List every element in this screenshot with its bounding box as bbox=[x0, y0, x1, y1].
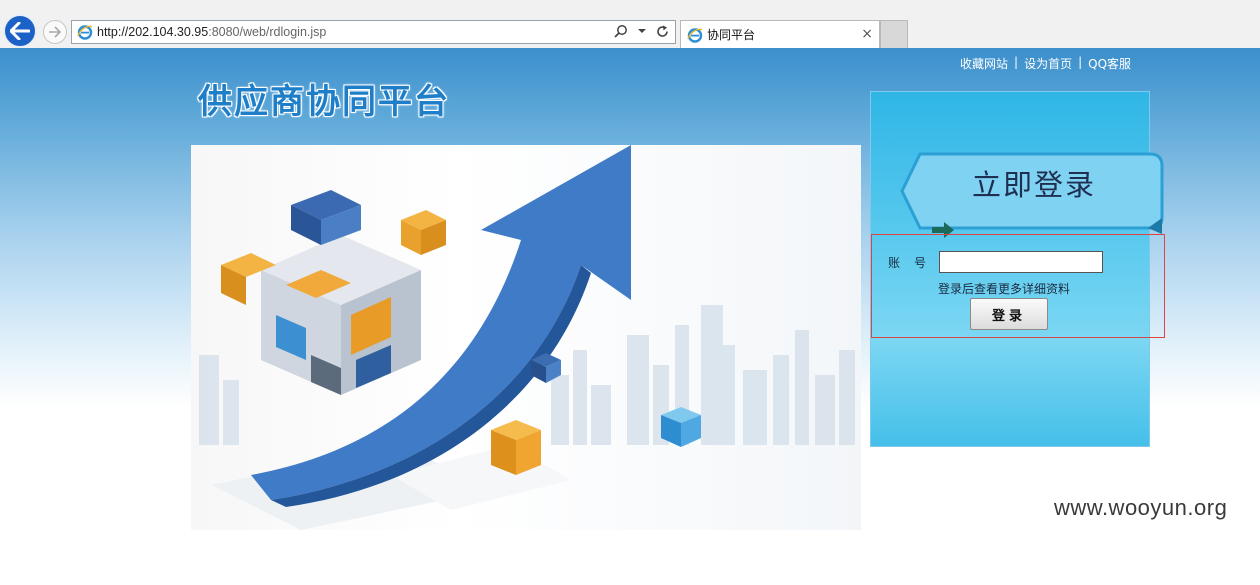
address-bar[interactable]: http://202.104.30.95:8080/web/rdlogin.js… bbox=[71, 20, 676, 44]
link-set-homepage[interactable]: 设为首页 bbox=[1024, 55, 1072, 72]
site-logo: 供应商协同平台 bbox=[198, 82, 450, 122]
url-path: :8080/web/rdlogin.jsp bbox=[208, 25, 327, 39]
banner-graphic bbox=[199, 145, 855, 530]
ie-icon bbox=[77, 25, 93, 40]
login-hint: 登录后查看更多详细资料 bbox=[938, 282, 1071, 296]
arrow-right-icon bbox=[49, 26, 62, 38]
back-button[interactable] bbox=[3, 14, 37, 48]
forward-button[interactable] bbox=[43, 20, 67, 44]
search-icon[interactable] bbox=[614, 24, 628, 38]
url-host: http://202.104.30.95 bbox=[97, 25, 209, 39]
link-bookmark-site[interactable]: 收藏网站 bbox=[960, 55, 1008, 72]
account-input[interactable] bbox=[939, 251, 1103, 273]
address-tools bbox=[614, 24, 669, 38]
login-header-title: 立即登录 bbox=[972, 168, 1097, 202]
tab-title: 协同平台 bbox=[707, 28, 756, 42]
address-url: http://202.104.30.95:8080/web/rdlogin.js… bbox=[97, 25, 326, 39]
browser-chrome: http://202.104.30.95:8080/web/rdlogin.js… bbox=[0, 0, 1260, 48]
account-label: 账号 bbox=[888, 256, 941, 270]
link-qq-support[interactable]: QQ客服 bbox=[1088, 55, 1131, 72]
ie-icon bbox=[687, 27, 703, 43]
banner-illustration bbox=[191, 145, 861, 530]
watermark: www.wooyun.org bbox=[1054, 495, 1228, 520]
new-tab-button[interactable] bbox=[880, 20, 908, 48]
refresh-icon[interactable] bbox=[656, 25, 669, 38]
cube-illustration bbox=[221, 190, 446, 395]
link-separator: | bbox=[1078, 55, 1083, 69]
link-separator: | bbox=[1014, 55, 1019, 69]
chevron-down-icon[interactable] bbox=[638, 28, 646, 34]
close-icon[interactable]: × bbox=[861, 26, 873, 42]
login-button[interactable]: 登录 bbox=[970, 298, 1048, 330]
tab-active[interactable]: 协同平台 × bbox=[680, 20, 880, 48]
arrow-left-icon bbox=[10, 22, 30, 40]
top-links: 收藏网站 | 设为首页 | QQ客服 bbox=[960, 55, 1131, 72]
